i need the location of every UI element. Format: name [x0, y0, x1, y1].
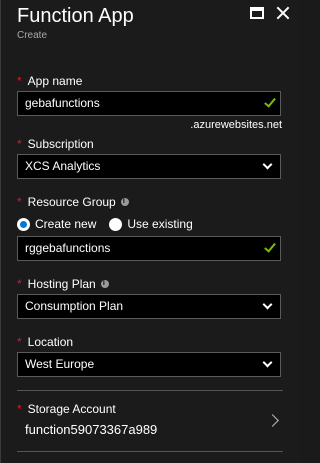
- valid-check-icon: [264, 95, 276, 108]
- location-select[interactable]: West Europe: [17, 352, 281, 377]
- chevron-right-icon[interactable]: [266, 414, 279, 427]
- divider: [17, 451, 283, 452]
- blade-header: Function App Create: [17, 4, 290, 44]
- storage-account-row[interactable]: * Storage Account function59073367a989: [17, 402, 287, 446]
- create-function-app-blade: Function App Create * App name gebafunct…: [0, 0, 300, 463]
- radio-use-existing[interactable]: Use existing: [109, 217, 193, 231]
- radio-unselected-icon[interactable]: [109, 217, 123, 231]
- chevron-down-icon: [262, 299, 273, 310]
- resource-group-label: * Resource Group: [17, 195, 129, 209]
- required-asterisk: *: [17, 335, 22, 349]
- hosting-plan-select[interactable]: Consumption Plan: [17, 294, 281, 319]
- resource-group-radio-group: Create new Use existing: [17, 217, 206, 231]
- required-asterisk: *: [17, 74, 22, 88]
- storage-account-value: function59073367a989: [25, 422, 158, 437]
- required-asterisk: *: [17, 402, 22, 416]
- divider: [17, 390, 283, 391]
- close-icon[interactable]: [276, 6, 290, 20]
- valid-check-icon: [264, 240, 276, 253]
- maximize-icon[interactable]: [250, 7, 264, 19]
- window-controls: [250, 6, 290, 20]
- radio-create-new[interactable]: Create new: [17, 217, 96, 231]
- required-asterisk: *: [17, 137, 22, 151]
- hosting-plan-label: * Hosting Plan: [17, 277, 109, 291]
- required-asterisk: *: [17, 277, 22, 291]
- subscription-select[interactable]: XCS Analytics: [17, 154, 281, 179]
- app-name-suffix: .azurewebsites.net: [190, 119, 282, 131]
- chevron-down-icon: [262, 357, 273, 368]
- resource-group-input[interactable]: rggebafunctions: [17, 236, 281, 261]
- info-icon[interactable]: [100, 278, 109, 288]
- chevron-down-icon: [262, 159, 273, 170]
- info-icon[interactable]: [120, 196, 129, 206]
- subscription-label: * Subscription: [17, 137, 94, 151]
- app-name-input[interactable]: gebafunctions: [17, 91, 281, 116]
- location-label: * Location: [17, 335, 74, 349]
- required-asterisk: *: [17, 195, 22, 209]
- radio-selected-icon[interactable]: [17, 217, 30, 231]
- blade-subtitle: Create: [17, 30, 48, 41]
- app-name-label: * App name: [17, 74, 83, 88]
- storage-account-label: * Storage Account: [17, 402, 116, 416]
